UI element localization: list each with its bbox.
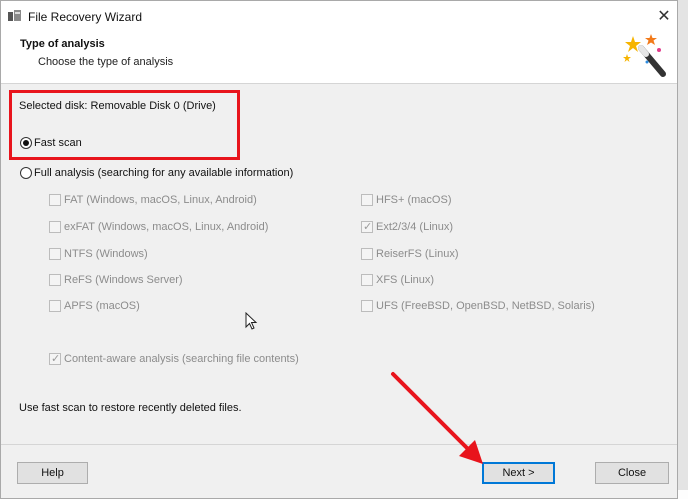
apfs-checkbox[interactable] — [49, 300, 61, 312]
content-aware-label: Content-aware analysis (searching file c… — [64, 353, 299, 365]
fast-scan-radio[interactable] — [20, 137, 32, 149]
file-recovery-wizard-window: File Recovery Wizard ✕ Type of analysis … — [0, 0, 678, 499]
window-title: File Recovery Wizard — [28, 10, 143, 24]
full-analysis-radio[interactable] — [20, 167, 32, 179]
exfat-checkbox[interactable] — [49, 221, 61, 233]
next-button[interactable]: Next > — [482, 462, 555, 484]
hint-text: Use fast scan to restore recently delete… — [19, 402, 242, 414]
ufs-label: UFS (FreeBSD, OpenBSD, NetBSD, Solaris) — [376, 300, 595, 312]
close-button[interactable]: Close — [595, 462, 669, 484]
xfs-checkbox[interactable] — [361, 274, 373, 286]
title-bar: File Recovery Wizard ✕ — [1, 1, 677, 32]
help-button[interactable]: Help — [17, 462, 88, 484]
refs-checkbox[interactable] — [49, 274, 61, 286]
hfs-plus-label: HFS+ (macOS) — [376, 194, 452, 206]
wizard-header: Type of analysis Choose the type of anal… — [1, 32, 677, 84]
window-close-button[interactable]: ✕ — [653, 6, 675, 26]
ext234-checkbox[interactable] — [361, 220, 373, 233]
exfat-label: exFAT (Windows, macOS, Linux, Android) — [64, 221, 269, 233]
content-aware-checkbox[interactable] — [49, 352, 61, 365]
refs-label: ReFS (Windows Server) — [64, 274, 183, 286]
ntfs-checkbox[interactable] — [49, 248, 61, 260]
apfs-label: APFS (macOS) — [64, 300, 140, 312]
fast-scan-label[interactable]: Fast scan — [34, 137, 82, 149]
fat-label: FAT (Windows, macOS, Linux, Android) — [64, 194, 257, 206]
ext234-label: Ext2/3/4 (Linux) — [376, 221, 454, 233]
page-title: Type of analysis — [20, 38, 105, 50]
mouse-cursor-icon — [245, 312, 258, 330]
app-icon — [8, 10, 21, 21]
reiserfs-checkbox[interactable] — [361, 248, 373, 260]
xfs-label: XFS (Linux) — [376, 274, 435, 286]
fat-checkbox[interactable] — [49, 194, 61, 206]
hfs-plus-checkbox[interactable] — [361, 194, 373, 206]
reiserfs-label: ReiserFS (Linux) — [376, 248, 459, 260]
background-strip — [678, 0, 688, 499]
footer-divider — [1, 444, 677, 445]
selected-disk-label: Selected disk: Removable Disk 0 (Drive) — [19, 100, 216, 112]
magic-wand-icon — [623, 34, 666, 77]
annotation-arrow-icon — [391, 372, 483, 464]
full-analysis-label[interactable]: Full analysis (searching for any availab… — [34, 167, 293, 179]
page-subtitle: Choose the type of analysis — [38, 56, 174, 68]
ufs-checkbox[interactable] — [361, 300, 373, 312]
ntfs-label: NTFS (Windows) — [64, 248, 148, 260]
